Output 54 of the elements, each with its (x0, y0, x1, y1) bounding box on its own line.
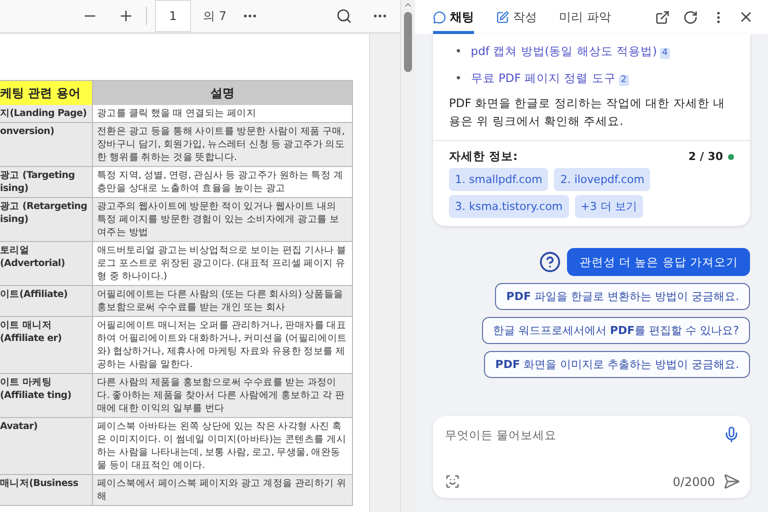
table-cell: 다른 사람의 제품을 홍보함으로써 수수료를 받는 과정이다. 좋아하는 제품을 찾아서 다른 사람에게 홍보하고 각 판매에 대한 이익의 일부를 번다 (93, 374, 353, 418)
scan-icon[interactable] (445, 474, 460, 489)
table-cell: 매니저(Business (0, 475, 93, 506)
microphone-icon[interactable] (723, 426, 740, 443)
column-header: 케팅 관련 용어 (0, 81, 93, 105)
character-count: 0/2000 (672, 474, 715, 488)
tab[interactable]: 미리 파악 (559, 0, 611, 34)
page-number-field[interactable]: 1 (155, 0, 191, 32)
response-counter: 2 / 30 (688, 150, 723, 163)
chat-bubble-icon (433, 10, 446, 24)
table-cell: 광고 (Retargeting ising) (0, 198, 93, 242)
table-cell: 광고 (Targeting ising) (0, 167, 93, 198)
table-cell: 지(Landing Page) (0, 105, 93, 123)
table-cell: 애드버토리얼 광고는 비상업적으로 보이는 편집 기사나 블로그 포스트로 위장된 광고이다. (대표적 프리셀 페이지 유형 중 하나이다.) (93, 242, 353, 286)
table-cell: 토리얼(Advertorial) (0, 242, 93, 286)
search-icon[interactable] (336, 8, 352, 24)
send-icon[interactable] (723, 473, 740, 490)
column-header: 설명 (93, 81, 353, 105)
table-cell: 이트(Affiliate) (0, 286, 93, 317)
tab[interactable]: 작성 (496, 0, 537, 34)
table-cell: 전환은 광고 등을 통해 사이트를 방문한 사람이 제품 구매, 장바구니 담기, 회원가입, 뉴스레터 신청 등 광고주가 의도한 행위를 취하는 것을 뜻합니다. (93, 123, 353, 167)
zoom-in-icon[interactable] (118, 8, 134, 24)
table-cell: onversion) (0, 123, 93, 167)
source-link[interactable]: pdf 캡쳐 방법(동일 해상도 적용법) (470, 38, 658, 65)
reference-badge[interactable]: 4 (660, 48, 670, 59)
bullet-mark: • (455, 70, 462, 87)
suggestion-button[interactable]: PDF 화면을 이미지로 추출하는 방법이 궁금해요. (484, 351, 750, 378)
table-cell: 특정 지역, 성별, 연령, 관심사 등 광고주가 원하는 특정 계층만을 상대로 노출하여 효율을 높이는 광고 (93, 167, 353, 198)
table-cell: 페이스북에서 페이스북 페이지와 광고 계정을 관리하기 위해 (93, 475, 353, 506)
source-chip[interactable]: +3 더 보기 (574, 195, 643, 218)
table-cell: 광고주의 웹사이트에 방문한 적이 있거나 웹사이트 내의 특정 페이지를 방문한 경험이 있는 소비자에게 광고를 보여주는 방법 (93, 198, 353, 242)
source-chip[interactable]: 3. ksma.tistory.com (449, 195, 569, 218)
chat-input-field[interactable]: 무엇이든 물어보세요 (445, 428, 715, 442)
table-cell: 어필리에이트는 다른 사람의 (또는 다른 회사의) 상품들을 홍보함으로써 수수료를 받는 개인 또는 회사 (93, 286, 353, 317)
table-cell: 이트 마케팅(Affiliate ting) (0, 374, 93, 418)
reference-badge[interactable]: 2 (618, 75, 629, 86)
suggestion-button[interactable]: PDF 파일을 한글로 변환하는 방법이 궁금해요. (495, 283, 750, 310)
source-chip[interactable]: 2. ilovepdf.com (554, 168, 650, 191)
table-cell: 어필리에이트 매니저는 오퍼를 관리하거나, 판매자를 대표하여 어필리에이트와 대화하거나, 커미션을 (어필리에이트와) 협상하거나, 제휴사에 마케팅 자료와 유용한 정보를 제공하는 사람을 말한다. (93, 317, 353, 374)
page-total: 의 7 (203, 8, 226, 24)
table-cell: 페이스북 아바타는 왼쪽 상단에 있는 작은 사각형 사진 혹은 이미지이다. 이 썸네일 이미지(아바타)는 콘텐츠를 게시하는 사람을 나타내는데, 보통 사람, 로고, 무생물, 애완동물 등이 대표적인 예이다. (93, 418, 353, 475)
help-bubble-icon[interactable] (539, 251, 562, 273)
sources-label: 자세한 정보: (449, 149, 518, 164)
source-chip[interactable]: 1. smallpdf.com (449, 168, 548, 191)
suggestion-button[interactable]: 한글 워드프로세서에서 PDF를 편집할 수 있나요? (482, 317, 750, 344)
table-cell: 광고를 클릭 했을 때 연결되는 페이지 (93, 105, 353, 123)
table-cell: Avatar) (0, 418, 93, 475)
regenerate-button[interactable]: 관련성 더 높은 응답 가져오기 (567, 248, 750, 276)
table-cell: 이트 매니저(Affiliate er) (0, 317, 93, 374)
scrollbar-thumb[interactable] (404, 12, 412, 72)
bullet-mark: • (455, 43, 462, 60)
answer-text: PDF 화면을 한글로 정리하는 작업에 대한 자세한 내용은 위 링크에서 확인해 주세요. (449, 95, 726, 130)
source-link[interactable]: 무료 PDF 페이지 정렬 도구 (470, 65, 616, 92)
pencil-square-icon (496, 10, 509, 24)
